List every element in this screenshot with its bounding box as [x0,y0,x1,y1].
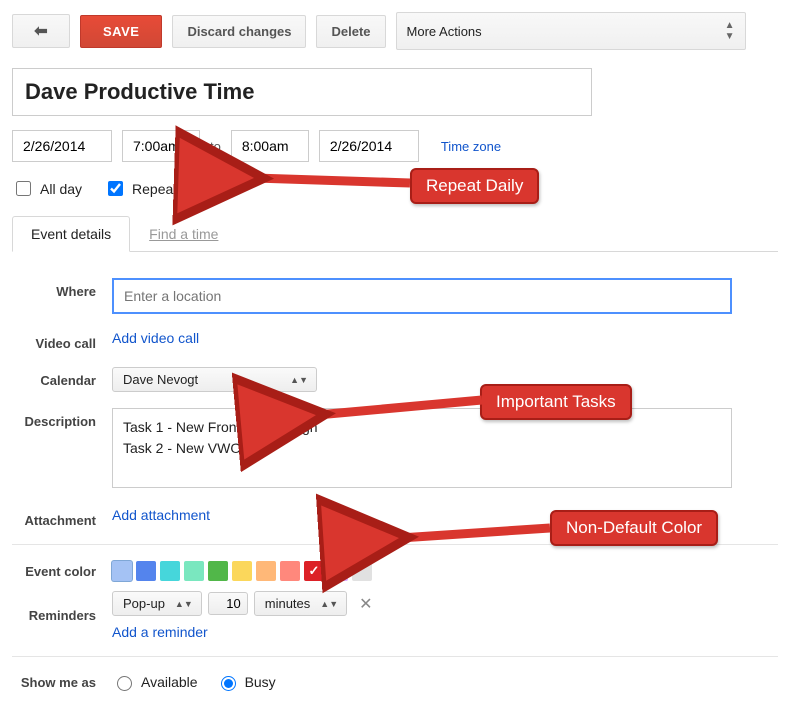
reminder-type-select[interactable]: Pop-up ▲▼ [112,591,202,616]
color-swatch[interactable] [208,561,228,581]
more-actions-select[interactable]: More Actions ▲▼ [396,12,746,50]
event-title-input[interactable] [12,68,592,116]
start-time-input[interactable] [122,130,200,162]
busy-radio[interactable] [221,676,236,691]
reminder-unit-select[interactable]: minutes ▲▼ [254,591,347,616]
repeat-value: Daily [187,181,220,197]
repeat-edit-link[interactable]: E [229,181,238,197]
delete-button[interactable]: Delete [316,15,385,48]
color-swatch[interactable] [256,561,276,581]
annotation-color: Non-Default Color [550,510,718,546]
discard-button[interactable]: Discard changes [172,15,306,48]
description-label: Description [12,408,112,429]
repeat-checkbox[interactable] [108,181,123,196]
color-swatch[interactable] [136,561,156,581]
caret-icon: ▲▼ [320,599,338,609]
color-swatch[interactable] [160,561,180,581]
end-time-input[interactable] [231,130,309,162]
busy-radio-label[interactable]: Busy [216,673,276,691]
color-swatch[interactable] [184,561,204,581]
calendar-select[interactable]: Dave Nevogt ▲▼ [112,367,317,392]
add-video-call-link[interactable]: Add video call [112,330,199,346]
reminder-value-input[interactable] [208,592,248,615]
caret-icon: ▲▼ [175,599,193,609]
end-date-input[interactable] [319,130,419,162]
show-me-as-label: Show me as [12,675,112,690]
caret-icon: ▲▼ [725,20,735,42]
annotation-repeat: Repeat Daily [410,168,539,204]
busy-text: Busy [245,674,276,690]
color-swatch[interactable] [352,561,372,581]
caret-icon: ▲▼ [290,375,308,385]
color-swatch[interactable] [304,561,324,581]
calendar-value: Dave Nevogt [123,372,198,387]
description-textarea[interactable]: Task 1 - New Front-End Design Task 2 - N… [112,408,732,488]
where-input[interactable] [112,278,732,314]
reminder-unit-value: minutes [265,596,311,611]
timezone-link[interactable]: Time zone [441,139,501,154]
tab-event-details[interactable]: Event details [12,216,130,252]
back-button[interactable]: ⬅ [12,14,70,48]
color-swatch[interactable] [112,561,132,581]
tab-find-a-time[interactable]: Find a time [130,216,237,252]
more-actions-label: More Actions [407,24,482,39]
all-day-checkbox[interactable] [16,181,31,196]
attachment-label: Attachment [12,507,112,528]
calendar-label: Calendar [12,367,112,388]
color-swatch[interactable] [328,561,348,581]
color-swatch[interactable] [280,561,300,581]
to-label: to [210,139,221,154]
color-swatch[interactable] [232,561,252,581]
available-radio-label[interactable]: Available [112,673,198,691]
add-reminder-link[interactable]: Add a reminder [112,624,208,640]
video-call-label: Video call [12,330,112,351]
available-text: Available [141,674,198,690]
where-label: Where [12,278,112,299]
color-swatch-row [112,561,778,581]
all-day-label: All day [40,181,82,197]
reminders-label: Reminders [12,608,112,623]
remove-reminder-icon[interactable]: ✕ [359,594,372,614]
annotation-tasks: Important Tasks [480,384,632,420]
available-radio[interactable] [117,676,132,691]
save-button[interactable]: SAVE [80,15,162,48]
event-color-label: Event color [12,564,112,579]
repeat-label: Repeat: [132,181,181,197]
reminder-type-value: Pop-up [123,596,165,611]
add-attachment-link[interactable]: Add attachment [112,507,210,523]
start-date-input[interactable] [12,130,112,162]
